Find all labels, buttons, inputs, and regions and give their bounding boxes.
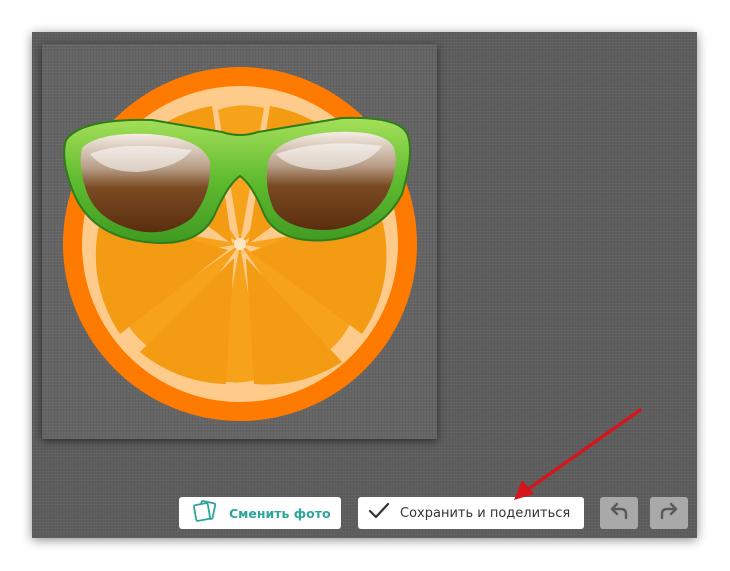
undo-icon: [609, 502, 629, 524]
redo-button[interactable]: [650, 497, 688, 529]
checkmark-icon: [368, 502, 390, 524]
photo-editor-panel: Сменить фото Сохранить и поделиться: [32, 32, 697, 538]
orange-sunglasses-image: [63, 67, 417, 421]
redo-icon: [659, 502, 679, 524]
photos-icon: [193, 500, 219, 526]
save-and-share-label: Сохранить и поделиться: [400, 505, 571, 521]
save-and-share-button[interactable]: Сохранить и поделиться: [358, 497, 584, 529]
change-photo-label: Сменить фото: [229, 505, 331, 521]
photo-canvas[interactable]: [42, 44, 437, 439]
undo-button[interactable]: [600, 497, 638, 529]
change-photo-button[interactable]: Сменить фото: [179, 497, 341, 529]
